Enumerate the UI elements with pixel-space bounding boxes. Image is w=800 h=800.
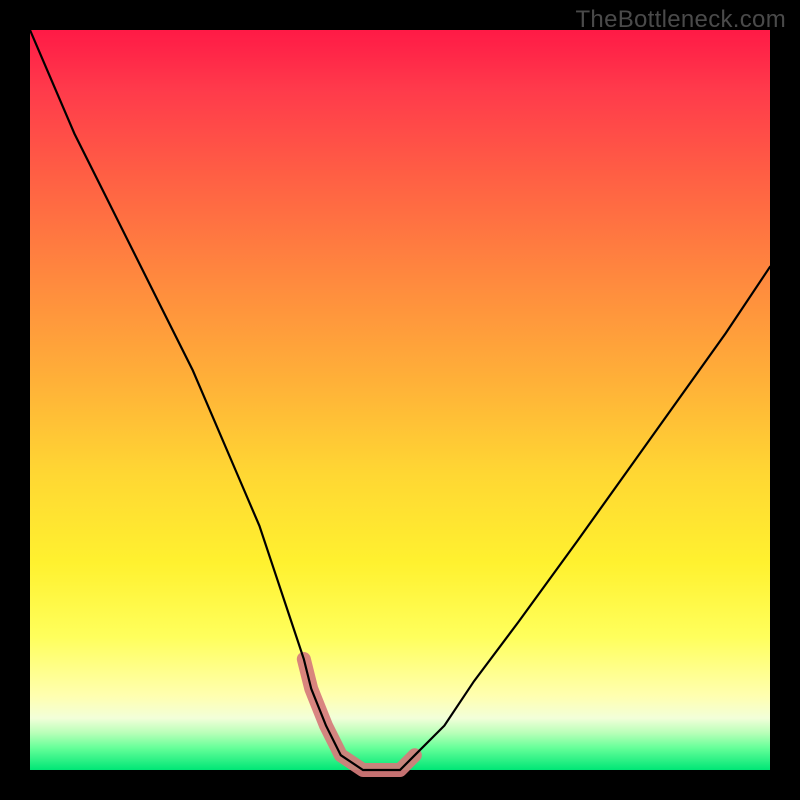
plot-area (30, 30, 770, 770)
chart-frame: TheBottleneck.com (0, 0, 800, 800)
chart-svg (30, 30, 770, 770)
bottleneck-curve (30, 30, 770, 770)
